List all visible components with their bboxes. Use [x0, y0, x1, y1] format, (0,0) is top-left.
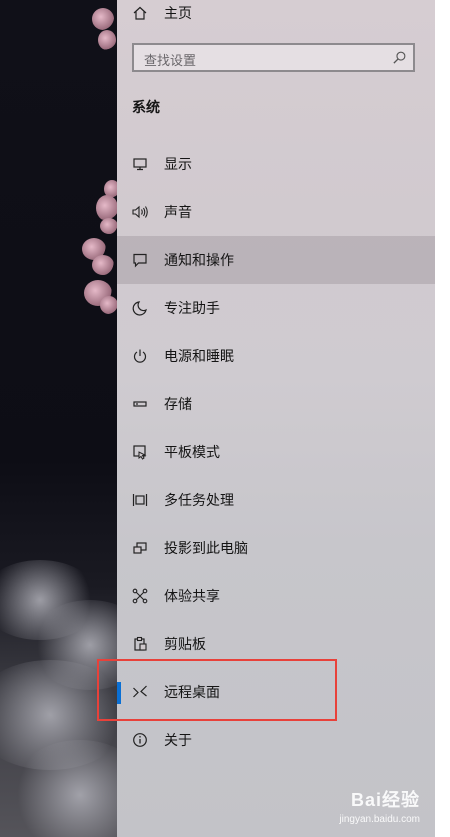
home-label: 主页: [164, 6, 192, 22]
nav-item-label: 关于: [164, 733, 192, 749]
nav-item-label: 平板模式: [164, 445, 220, 461]
nav-item-storage[interactable]: 存储: [117, 380, 435, 428]
monitor-icon: [131, 155, 149, 173]
share-icon: [131, 587, 149, 605]
home-icon: [131, 4, 149, 22]
window-edge: [435, 0, 450, 837]
section-title: 系统: [132, 100, 160, 116]
watermark-brand: Bai经验: [350, 790, 420, 810]
nav-item-label: 显示: [164, 157, 192, 173]
nav-item-sound[interactable]: 声音: [117, 188, 435, 236]
nav-item-notifications[interactable]: 通知和操作: [117, 236, 435, 284]
speaker-icon: [131, 203, 149, 221]
nav-item-label: 专注助手: [164, 301, 220, 317]
home-nav-item[interactable]: 主页: [117, 0, 435, 37]
storage-icon: [131, 395, 149, 413]
nav-item-label: 多任务处理: [164, 493, 234, 509]
power-icon: [131, 347, 149, 365]
moon-icon: [131, 299, 149, 317]
nav-item-focus-assist[interactable]: 专注助手: [117, 284, 435, 332]
nav-item-label: 声音: [164, 205, 192, 221]
nav-item-shared-experiences[interactable]: 体验共享: [117, 572, 435, 620]
nav-item-label: 电源和睡眠: [164, 349, 234, 365]
annotation-highlight-box: [97, 659, 337, 721]
nav-item-about[interactable]: 关于: [117, 716, 435, 764]
nav-item-label: 剪贴板: [164, 637, 206, 653]
project-icon: [131, 539, 149, 557]
notification-icon: [131, 251, 149, 269]
search-placeholder: 查找设置: [144, 54, 197, 69]
nav-item-label: 体验共享: [164, 589, 220, 605]
info-icon: [131, 731, 149, 749]
nav-item-display[interactable]: 显示: [117, 140, 435, 188]
nav-item-label: 投影到此电脑: [164, 541, 248, 557]
watermark: Bai经验 jingyan.baidu.com: [339, 786, 420, 825]
clipboard-icon: [131, 635, 149, 653]
nav-item-project[interactable]: 投影到此电脑: [117, 524, 435, 572]
nav-item-tablet-mode[interactable]: 平板模式: [117, 428, 435, 476]
multitasking-icon: [131, 491, 149, 509]
tablet-mode-icon: [131, 443, 149, 461]
watermark-url: jingyan.baidu.com: [339, 814, 420, 825]
nav-item-label: 存储: [164, 397, 192, 413]
nav-item-multitasking[interactable]: 多任务处理: [117, 476, 435, 524]
nav-item-power-sleep[interactable]: 电源和睡眠: [117, 332, 435, 380]
search-icon[interactable]: [392, 50, 407, 69]
search-input[interactable]: 查找设置: [132, 43, 415, 72]
nav-item-label: 通知和操作: [164, 253, 234, 269]
